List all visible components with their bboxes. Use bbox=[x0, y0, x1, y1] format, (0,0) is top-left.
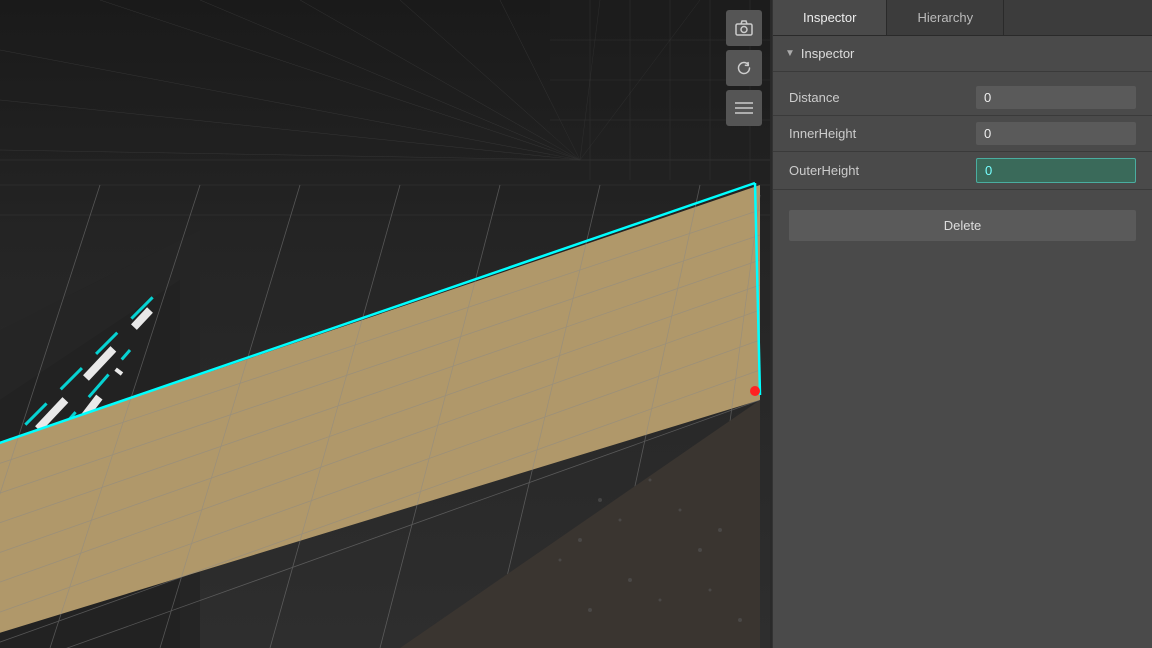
delete-button[interactable]: Delete bbox=[789, 210, 1136, 241]
inspector-title: Inspector bbox=[801, 46, 854, 61]
properties-panel: Distance InnerHeight OuterHeight bbox=[773, 72, 1152, 198]
innerheight-input[interactable] bbox=[976, 122, 1136, 145]
distance-label: Distance bbox=[789, 90, 976, 105]
distance-row: Distance bbox=[773, 80, 1152, 116]
outerheight-row: OuterHeight bbox=[773, 152, 1152, 190]
scene-container bbox=[0, 0, 772, 648]
refresh-button[interactable] bbox=[726, 50, 762, 86]
innerheight-label: InnerHeight bbox=[789, 126, 976, 141]
tab-hierarchy[interactable]: Hierarchy bbox=[887, 0, 1004, 35]
inspector-section-header[interactable]: ▼ Inspector bbox=[773, 36, 1152, 72]
delete-section: Delete bbox=[773, 198, 1152, 253]
chevron-down-icon: ▼ bbox=[785, 48, 795, 59]
innerheight-row: InnerHeight bbox=[773, 116, 1152, 152]
tab-inspector[interactable]: Inspector bbox=[773, 0, 887, 35]
viewport-toolbar bbox=[726, 10, 762, 126]
distance-input[interactable] bbox=[976, 86, 1136, 109]
outerheight-label: OuterHeight bbox=[789, 163, 976, 178]
camera-button[interactable] bbox=[726, 10, 762, 46]
right-panel: Inspector Hierarchy ▼ Inspector Distance… bbox=[772, 0, 1152, 648]
viewport[interactable] bbox=[0, 0, 772, 648]
tab-bar: Inspector Hierarchy bbox=[773, 0, 1152, 36]
menu-button[interactable] bbox=[726, 90, 762, 126]
outerheight-input[interactable] bbox=[976, 158, 1136, 183]
